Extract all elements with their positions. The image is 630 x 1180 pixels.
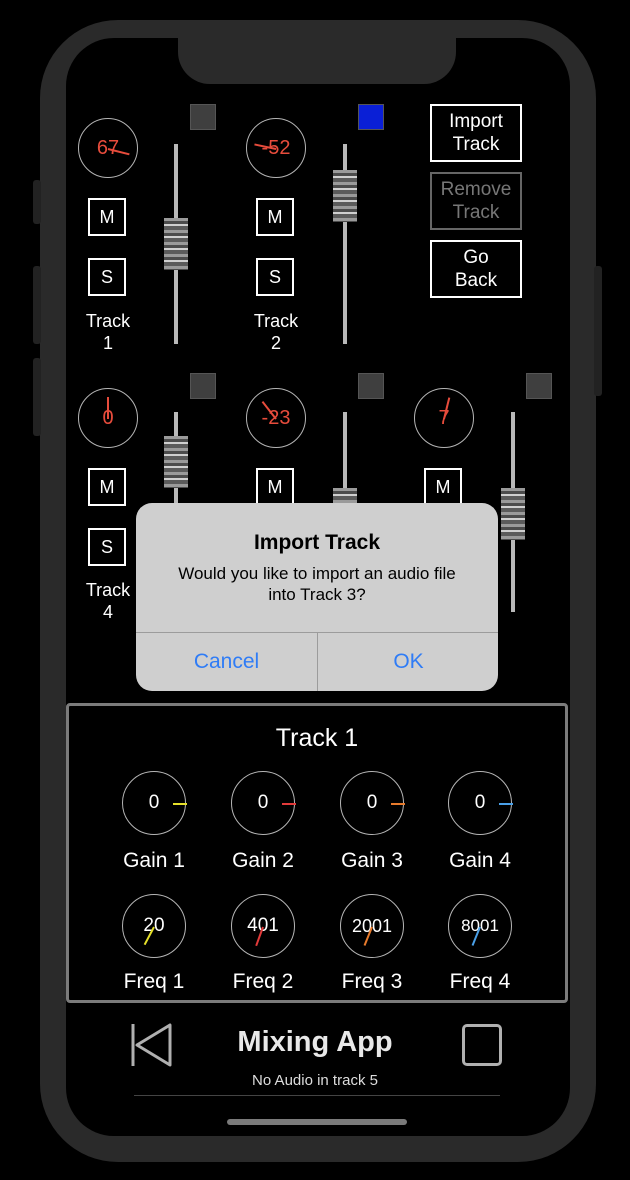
- track-label-line: Track: [253, 311, 299, 331]
- side-button-volume-down: [33, 358, 41, 436]
- pan-needle: [107, 397, 109, 419]
- dialog-cancel-button[interactable]: Cancel: [136, 632, 317, 691]
- gain-knob-4[interactable]: 0: [448, 771, 513, 835]
- side-button-volume-up: [33, 266, 41, 344]
- knob-value: 0: [148, 792, 160, 813]
- remove-track-button[interactable]: Remove Track: [430, 172, 522, 230]
- track-label-number: 1: [102, 333, 113, 353]
- dialog-message-line: Would you like to import an audio file: [178, 564, 456, 583]
- freq-label-1: Freq 1: [123, 970, 185, 993]
- status-text: No Audio in track 5: [252, 1072, 378, 1089]
- button-label: Track: [452, 134, 500, 155]
- mute-button-track-4[interactable]: M: [88, 468, 126, 506]
- volume-fader-handle-6[interactable]: [501, 488, 525, 540]
- track-label-number: 2: [270, 333, 281, 353]
- mute-button-track-1[interactable]: M: [88, 198, 126, 236]
- import-track-button[interactable]: Import Track: [430, 104, 522, 162]
- button-label: Remove: [440, 179, 512, 200]
- side-button-mute: [33, 180, 41, 224]
- solo-button-track-4[interactable]: S: [88, 528, 126, 566]
- gain-label-3: Gain 3: [341, 849, 403, 872]
- track-label-number: 4: [102, 602, 113, 622]
- stop-icon[interactable]: [462, 1024, 502, 1066]
- track-label-2: Track 2: [246, 310, 306, 354]
- app-title: Mixing App: [237, 1026, 393, 1058]
- gain-label-4: Gain 4: [449, 849, 511, 872]
- knob-needle: [498, 803, 513, 805]
- volume-fader-handle-1[interactable]: [164, 218, 188, 270]
- knob-value: 0: [257, 792, 269, 813]
- pan-knob-track-4[interactable]: 0: [78, 388, 138, 448]
- knob-value: 0: [366, 792, 378, 813]
- track-label-line: Track: [85, 580, 131, 600]
- gain-knob-3[interactable]: 0: [340, 771, 405, 835]
- mute-button-track-2[interactable]: M: [256, 198, 294, 236]
- gain-knob-2[interactable]: 0: [231, 771, 296, 835]
- track-color-swatch-6[interactable]: [526, 373, 552, 399]
- dialog-message-line: into Track 3?: [268, 585, 366, 604]
- freq-label-4: Freq 4: [449, 970, 511, 993]
- knob-value: 0: [474, 792, 486, 813]
- knob-needle: [172, 803, 187, 805]
- notch: [178, 20, 456, 84]
- eq-panel: Track 1 0 0 0 0 Gain 1 Gain 2 Gain 3 Gai…: [66, 703, 568, 1003]
- button-label: Back: [454, 270, 498, 291]
- mute-button-track-6[interactable]: M: [424, 468, 462, 506]
- pan-knob-track-2[interactable]: -52: [246, 118, 306, 178]
- gain-label-2: Gain 2: [232, 849, 294, 872]
- import-track-dialog: Import Track Would you like to import an…: [136, 503, 498, 691]
- track-color-swatch-2[interactable]: [358, 104, 384, 130]
- track-label-line: Track: [85, 311, 131, 331]
- pan-knob-track-6[interactable]: 7: [414, 388, 474, 448]
- track-color-swatch-1[interactable]: [190, 104, 216, 130]
- gain-knob-1[interactable]: 0: [122, 771, 187, 835]
- gain-label-1: Gain 1: [123, 849, 185, 872]
- volume-fader-handle-2[interactable]: [333, 170, 357, 222]
- footer-divider: [134, 1095, 500, 1096]
- side-button-power: [594, 266, 602, 396]
- knob-needle: [390, 803, 405, 805]
- mute-button-track-5[interactable]: M: [256, 468, 294, 506]
- button-label: Go: [463, 247, 489, 268]
- eq-panel-title: Track 1: [275, 724, 359, 752]
- track-label-4: Track 4: [78, 579, 138, 623]
- freq-label-2: Freq 2: [232, 970, 294, 993]
- track-color-swatch-4[interactable]: [190, 373, 216, 399]
- freq-knob-2[interactable]: 401: [231, 894, 295, 958]
- solo-button-track-2[interactable]: S: [256, 258, 294, 296]
- track-color-swatch-5[interactable]: [358, 373, 384, 399]
- volume-fader-handle-4[interactable]: [164, 436, 188, 488]
- pan-knob-track-5[interactable]: -23: [246, 388, 306, 448]
- track-label-1: Track 1: [78, 310, 138, 354]
- dialog-title: Import Track: [253, 531, 381, 554]
- freq-knob-1[interactable]: 20: [122, 894, 186, 958]
- home-indicator[interactable]: [227, 1119, 407, 1125]
- pan-knob-track-1[interactable]: 67: [78, 118, 138, 178]
- freq-knob-3[interactable]: 2001: [340, 894, 404, 958]
- knob-needle: [281, 803, 296, 805]
- dialog-ok-button[interactable]: OK: [318, 632, 498, 691]
- freq-label-3: Freq 3: [341, 970, 403, 993]
- solo-button-track-1[interactable]: S: [88, 258, 126, 296]
- dialog-message: Would you like to import an audio file i…: [156, 563, 478, 605]
- go-back-button[interactable]: Go Back: [430, 240, 522, 298]
- button-label: Track: [452, 202, 500, 223]
- freq-knob-4[interactable]: 8001: [448, 894, 512, 958]
- button-label: Import: [449, 111, 503, 132]
